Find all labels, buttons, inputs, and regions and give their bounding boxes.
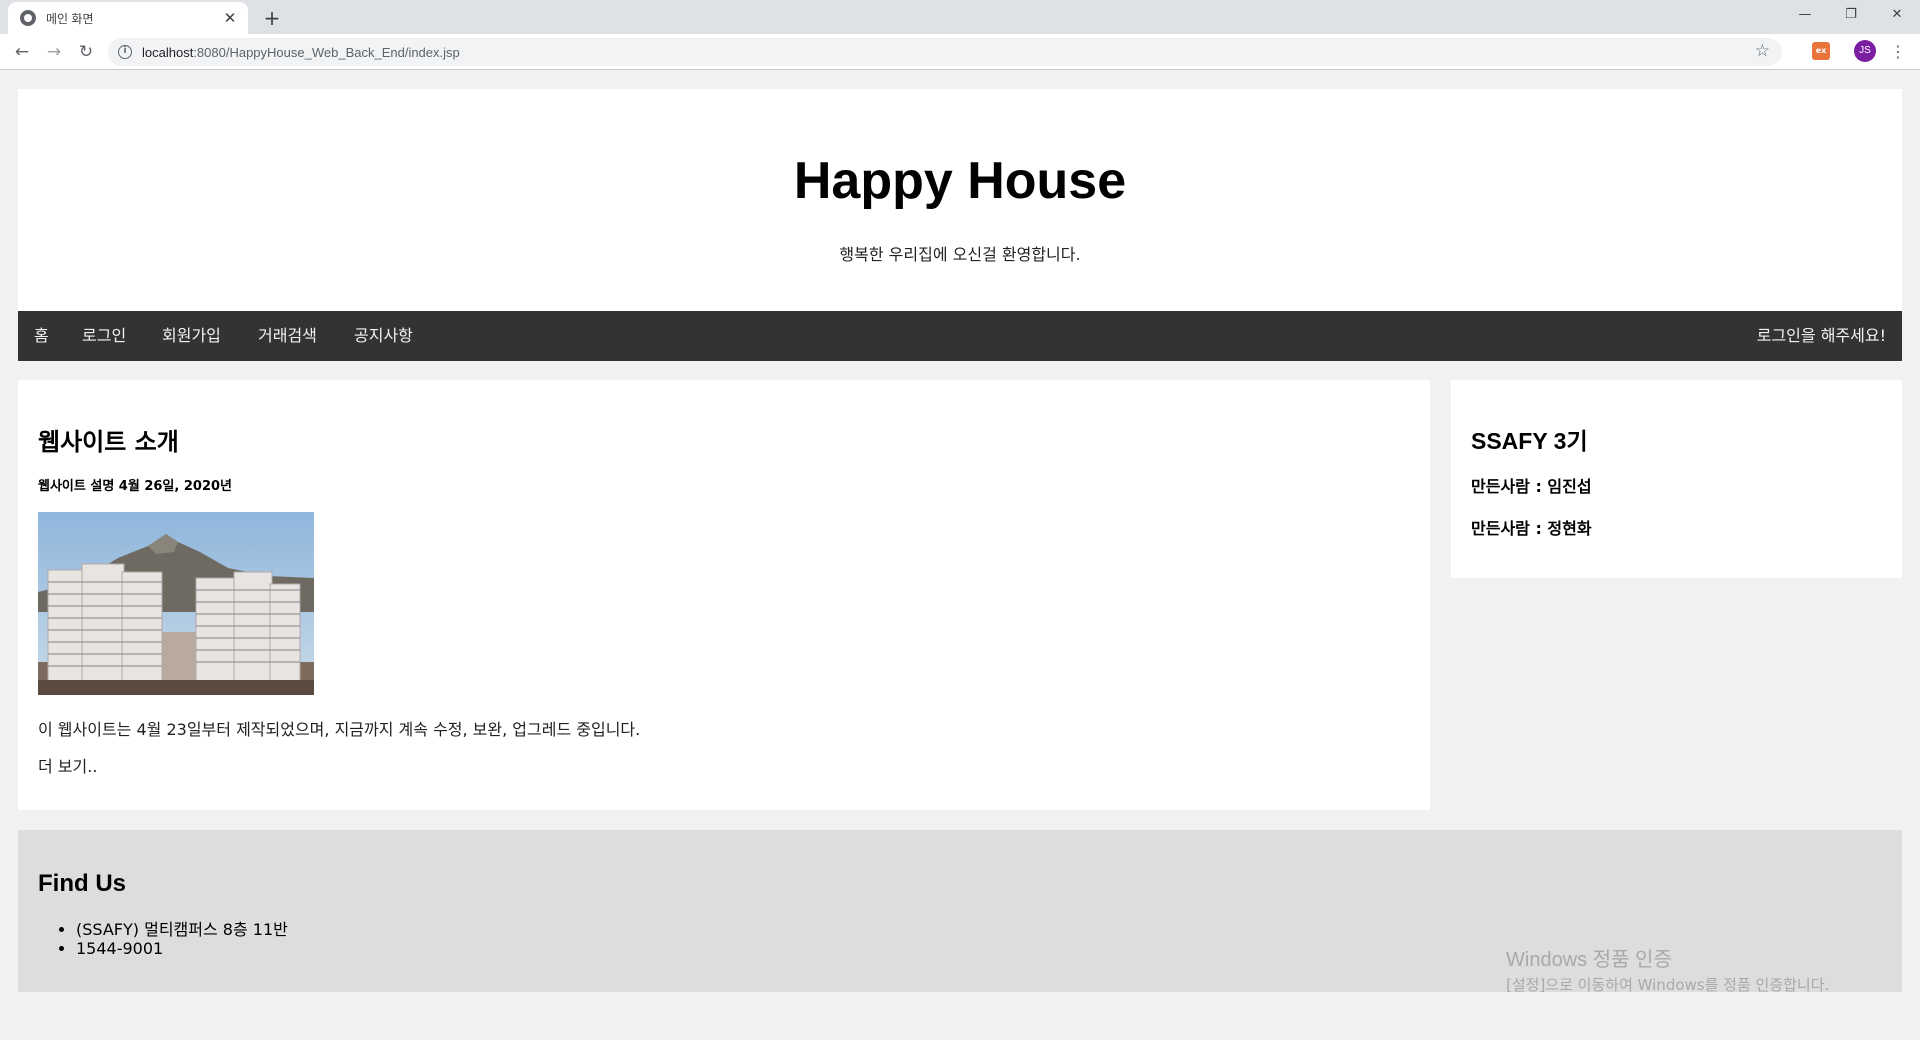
new-tab-button[interactable]: + <box>258 4 286 32</box>
watermark-title: Windows 정품 인증 <box>1506 949 1672 971</box>
nav-signup[interactable]: 회원가입 <box>146 311 237 361</box>
extension-icon[interactable]: ex <box>1812 42 1830 60</box>
maker-line: 만든사람 : 정현화 <box>1471 519 1592 538</box>
nav-notice[interactable]: 공지사항 <box>338 311 429 361</box>
login-prompt: 로그인을 해주세요! <box>1756 326 1886 345</box>
profile-avatar[interactable]: JS <box>1854 40 1876 62</box>
intro-card: 웹사이트 소개 웹사이트 설명 4월 26일, 2020년 이 웹사이트는 4월… <box>18 380 1430 810</box>
restore-button[interactable]: ❐ <box>1828 0 1874 30</box>
team-title: SSAFY 3기 <box>1471 428 1588 454</box>
team-card: SSAFY 3기 만든사람 : 임진섭 만든사람 : 정현화 <box>1451 380 1902 578</box>
close-window-button[interactable]: ✕ <box>1874 0 1920 30</box>
post-meta: 웹사이트 설명 4월 26일, 2020년 <box>38 479 232 494</box>
back-icon[interactable]: ← <box>8 38 36 66</box>
top-navbar: 홈 로그인 회원가입 거래검색 공지사항 로그인을 해주세요! <box>18 311 1902 361</box>
site-title: Happy House <box>793 152 1127 210</box>
url-path: :8080/HappyHouse_Web_Back_End/index.jsp <box>193 44 460 60</box>
browser-tabstrip: 메인 화면 ✕ + — ❐ ✕ <box>0 0 1920 34</box>
browser-toolbar: ← → ↻ i localhost:8080/HappyHouse_Web_Ba… <box>0 34 1920 70</box>
footer-title: Find Us <box>38 870 126 897</box>
url-host: localhost <box>142 44 194 60</box>
post-title: 웹사이트 소개 <box>38 428 179 456</box>
post-body: 이 웹사이트는 4월 23일부터 제작되었으며, 지금까지 계속 수정, 보완,… <box>38 720 641 739</box>
bookmark-star-icon[interactable]: ☆ <box>1755 41 1770 61</box>
globe-icon <box>20 10 36 26</box>
nav-login[interactable]: 로그인 <box>66 311 142 361</box>
browser-tab[interactable]: 메인 화면 ✕ <box>8 2 248 34</box>
read-more-link[interactable]: 더 보기.. <box>38 753 97 777</box>
phone-item: 1544-9001 <box>76 939 288 958</box>
address-item: (SSAFY) 멀티캠퍼스 8층 11반 <box>76 920 288 939</box>
close-tab-icon[interactable]: ✕ <box>222 9 238 27</box>
page-viewport: Happy House 행복한 우리집에 오신걸 환영합니다. 홈 로그인 회원… <box>0 71 1920 1040</box>
maker-line: 만든사람 : 임진섭 <box>1471 477 1592 496</box>
tab-title: 메인 화면 <box>46 11 94 26</box>
minimize-button[interactable]: — <box>1782 0 1828 30</box>
site-subtitle: 행복한 우리집에 오신걸 환영합니다. <box>839 245 1081 264</box>
kebab-menu-icon[interactable]: ⋮ <box>1888 38 1908 66</box>
forward-icon[interactable]: → <box>40 38 68 66</box>
windows-activation-watermark: Windows 정품 인증 [설정]으로 이동하여 Windows를 정품 인증… <box>1506 943 1829 995</box>
contact-list: (SSAFY) 멀티캠퍼스 8층 11반 1544-9001 <box>76 920 288 958</box>
apartment-image <box>38 512 314 695</box>
address-bar[interactable]: i localhost:8080/HappyHouse_Web_Back_End… <box>108 38 1782 66</box>
reload-icon[interactable]: ↻ <box>72 38 100 66</box>
info-icon[interactable]: i <box>118 45 132 59</box>
watermark-text: [설정]으로 이동하여 Windows를 정품 인증합니다. <box>1506 976 1830 994</box>
nav-deal-search[interactable]: 거래검색 <box>242 311 333 361</box>
nav-home[interactable]: 홈 <box>18 311 65 361</box>
site-header: Happy House 행복한 우리집에 오신걸 환영합니다. <box>18 89 1902 311</box>
window-controls: — ❐ ✕ <box>1782 0 1920 30</box>
